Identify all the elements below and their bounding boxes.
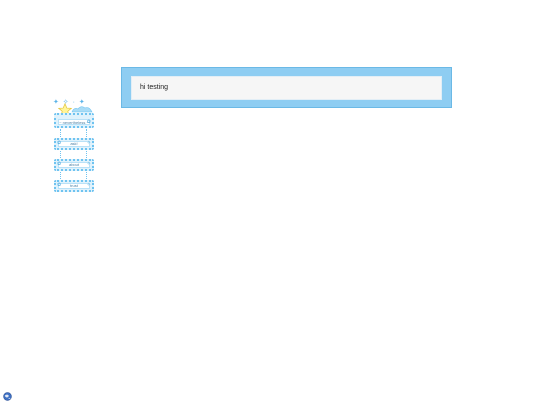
chain-divider <box>60 151 62 158</box>
nav-item-ask-label: ask! <box>70 141 78 146</box>
nav-item-trust-label: trust <box>70 183 78 188</box>
sidebar-nav: ✦ ✧ · ✦ ✿ ~ nevertheless ~ ✿ ✧ ask! ✿ ✧ … <box>53 99 97 197</box>
nav-item-home-label: ~ nevertheless ~ <box>59 120 89 125</box>
nav-header: ✦ ✧ · ✦ <box>53 99 97 117</box>
page: hi testing ✦ ✧ · ✦ ✿ ~ nevertheless ~ ✿ … <box>0 0 540 405</box>
nav-item-about[interactable]: ✿ ✧ about <box>54 159 94 171</box>
nav-item-about-label: about <box>68 162 79 167</box>
nav-item-trust[interactable]: ✿ ✧ trust <box>54 180 94 192</box>
post-text: hi testing <box>140 84 169 91</box>
chain-divider <box>60 129 62 137</box>
post-container: hi testing <box>121 67 452 108</box>
post-body: hi testing <box>131 76 442 100</box>
chain-divider <box>86 151 88 158</box>
chain-divider <box>86 172 88 179</box>
globe-icon[interactable] <box>3 392 12 401</box>
nav-item-ask[interactable]: ✿ ✧ ask! <box>54 138 94 150</box>
cloud-icon <box>71 106 93 113</box>
nav-item-home[interactable]: ✿ ~ nevertheless ~ <box>54 113 94 128</box>
chain-divider <box>60 172 62 179</box>
chain-divider <box>86 129 88 137</box>
